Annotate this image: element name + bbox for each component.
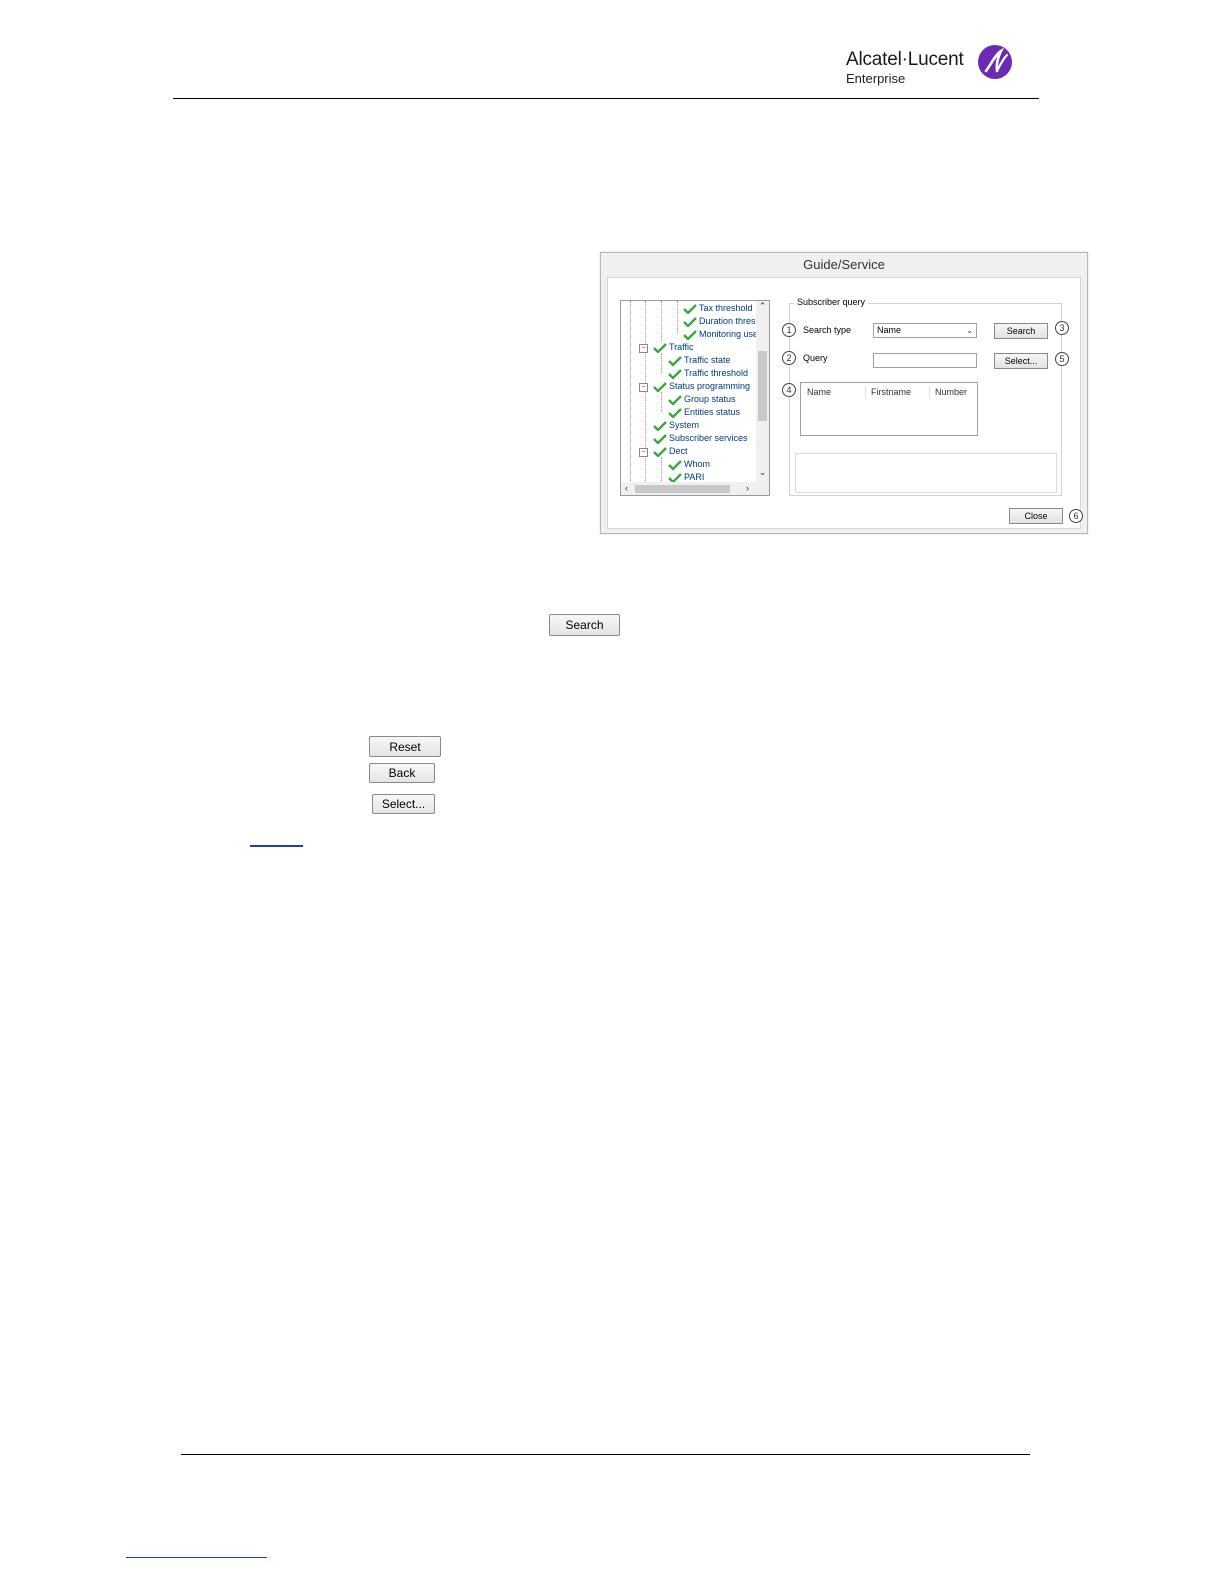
search-type-label: Search type bbox=[803, 325, 852, 335]
collapse-icon[interactable]: − bbox=[639, 448, 648, 457]
check-icon bbox=[683, 316, 697, 327]
results-list[interactable]: Name Firstname Number bbox=[800, 382, 978, 436]
tree-guide-line bbox=[661, 353, 662, 373]
tree-item[interactable]: Group status bbox=[668, 393, 736, 406]
column-header-firstname[interactable]: Firstname bbox=[871, 387, 911, 397]
check-icon bbox=[653, 446, 667, 457]
check-icon bbox=[668, 394, 682, 405]
tree-guide-line bbox=[661, 301, 662, 341]
select-button[interactable]: Select... bbox=[994, 353, 1048, 369]
tree-item-label: Monitoring use bbox=[699, 329, 759, 339]
tree-item-label: Subscriber services bbox=[669, 433, 748, 443]
tree-item-label: Status programming bbox=[669, 381, 751, 391]
brand-name: Alcatel·Lucent bbox=[846, 49, 964, 70]
check-icon bbox=[668, 368, 682, 379]
scroll-left-icon[interactable]: ‹ bbox=[625, 482, 628, 495]
doc-reset-button[interactable]: Reset bbox=[369, 736, 441, 757]
brand-subtitle: Enterprise bbox=[846, 71, 906, 86]
tree-item-label: Dect bbox=[669, 446, 688, 456]
group-title: Subscriber query bbox=[794, 297, 869, 307]
check-icon bbox=[653, 381, 667, 392]
tree-item[interactable]: − Dect bbox=[639, 445, 688, 458]
check-icon bbox=[683, 303, 697, 314]
footer-rule bbox=[181, 1454, 1030, 1455]
check-icon bbox=[668, 407, 682, 418]
doc-search-button[interactable]: Search bbox=[549, 614, 620, 636]
tree-item-label: Whom bbox=[684, 459, 711, 469]
tree-item-label: Traffic state bbox=[684, 355, 731, 365]
tree-item[interactable]: Monitoring use bbox=[683, 328, 758, 341]
dialog-title: Guide/Service bbox=[803, 257, 885, 272]
close-button[interactable]: Close bbox=[1009, 508, 1063, 524]
search-type-select[interactable]: Name ⌄ bbox=[873, 323, 977, 338]
tree-item[interactable]: System bbox=[653, 419, 699, 432]
tree-item[interactable]: Tax threshold bbox=[683, 302, 753, 315]
tree-item[interactable]: Entities status bbox=[668, 406, 740, 419]
scroll-down-icon[interactable]: ⌄ bbox=[756, 467, 769, 478]
tree-item[interactable]: Subscriber services bbox=[653, 432, 748, 445]
tree-guide-line bbox=[630, 301, 631, 483]
tree-item-label: Entities status bbox=[684, 407, 741, 417]
tree-item[interactable]: Duration thres bbox=[683, 315, 756, 328]
tree-item-label: Traffic threshold bbox=[684, 368, 749, 378]
collapse-icon[interactable]: − bbox=[639, 383, 648, 392]
callout-5: 5 bbox=[1055, 352, 1069, 366]
tree-item-label: Traffic bbox=[669, 342, 694, 352]
query-input[interactable] bbox=[873, 353, 977, 368]
tree-guide-line bbox=[677, 301, 678, 333]
callout-6: 6 bbox=[1069, 509, 1083, 523]
brand-logo-icon bbox=[978, 45, 1012, 79]
scroll-up-icon[interactable]: ⌃ bbox=[756, 301, 769, 312]
query-label: Query bbox=[803, 353, 828, 363]
search-button[interactable]: Search bbox=[994, 323, 1048, 339]
callout-3: 3 bbox=[1055, 321, 1069, 335]
inline-hyperlink[interactable] bbox=[250, 845, 303, 847]
tree-item-label: Duration thres bbox=[699, 316, 756, 326]
column-separator bbox=[865, 386, 866, 400]
check-icon bbox=[668, 459, 682, 470]
collapse-icon[interactable]: − bbox=[639, 344, 648, 353]
tree-horizontal-scrollbar[interactable]: ‹ › bbox=[621, 482, 769, 495]
tree-item-label: System bbox=[669, 420, 700, 430]
footer-hyperlink[interactable] bbox=[126, 1557, 267, 1558]
check-icon bbox=[683, 329, 697, 340]
tree-item[interactable]: − Status programming bbox=[639, 380, 751, 393]
scroll-right-icon[interactable]: › bbox=[746, 482, 749, 495]
callout-1: 1 bbox=[782, 323, 796, 337]
chevron-down-icon: ⌄ bbox=[966, 326, 973, 335]
tree-item[interactable]: Traffic threshold bbox=[668, 367, 748, 380]
tree-item-label: Tax threshold bbox=[699, 303, 753, 313]
search-type-value: Name bbox=[877, 325, 902, 335]
tree-item[interactable]: − Traffic bbox=[639, 341, 694, 354]
tree-item[interactable]: Whom bbox=[668, 458, 710, 471]
tree-item[interactable]: Traffic state bbox=[668, 354, 731, 367]
scroll-thumb[interactable] bbox=[635, 485, 730, 493]
service-tree[interactable]: Tax threshold Duration thres Monitoring … bbox=[620, 300, 770, 496]
guide-service-dialog: Guide/Service Tax threshold Duration thr… bbox=[600, 252, 1088, 534]
callout-4: 4 bbox=[782, 383, 796, 397]
dialog-body: Tax threshold Duration thres Monitoring … bbox=[607, 277, 1083, 529]
column-header-number[interactable]: Number bbox=[935, 387, 967, 397]
details-area bbox=[795, 453, 1057, 493]
tree-guide-line bbox=[661, 457, 662, 483]
tree-guide-line bbox=[661, 392, 662, 412]
check-icon bbox=[653, 342, 667, 353]
tree-item-label: Group status bbox=[684, 394, 736, 404]
doc-select-button[interactable]: Select... bbox=[372, 794, 435, 814]
header-rule bbox=[173, 98, 1039, 99]
column-separator bbox=[929, 386, 930, 400]
doc-back-button[interactable]: Back bbox=[369, 763, 435, 783]
check-icon bbox=[653, 433, 667, 444]
check-icon bbox=[668, 355, 682, 366]
tree-item-label: PARI bbox=[684, 472, 705, 482]
callout-2: 2 bbox=[782, 351, 796, 365]
column-header-name[interactable]: Name bbox=[807, 387, 831, 397]
scroll-thumb[interactable] bbox=[758, 351, 767, 421]
tree-vertical-scrollbar[interactable]: ⌃ ⌄ bbox=[756, 301, 769, 483]
check-icon bbox=[653, 420, 667, 431]
